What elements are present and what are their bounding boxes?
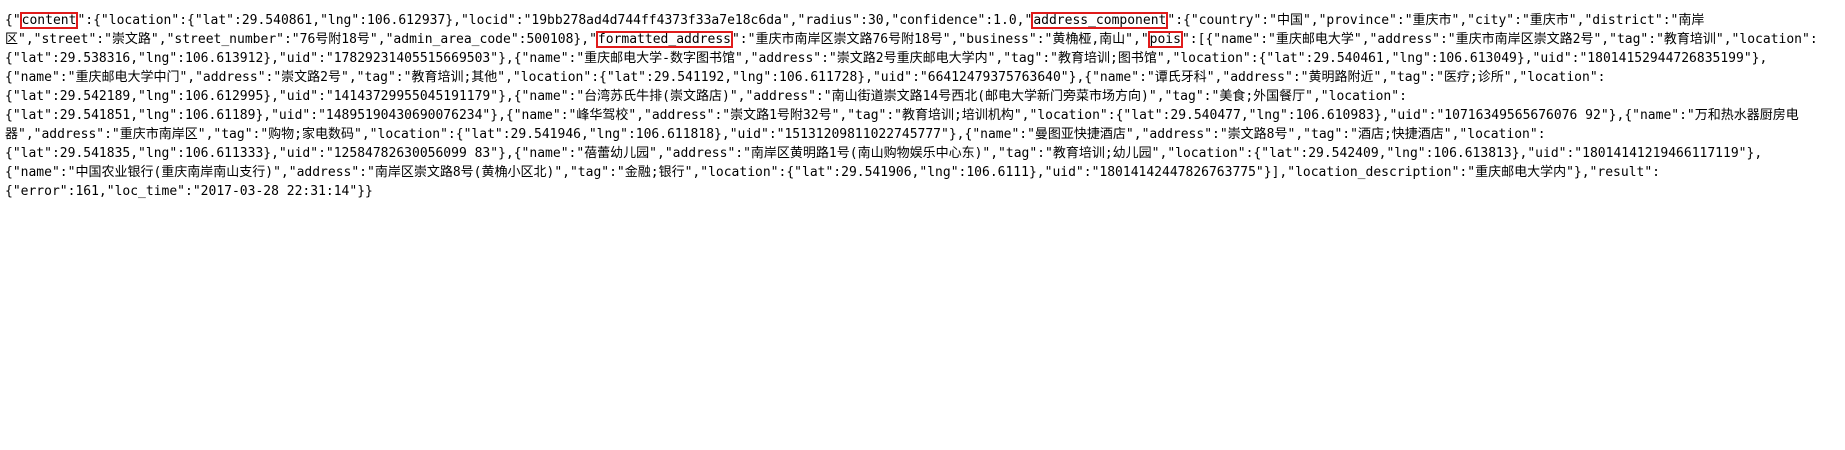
highlighted-key-pois: pois: [1147, 31, 1183, 48]
json-text-line: {"content":{"location":{"lat":29.540861,…: [5, 12, 1705, 29]
json-text-line: {"name":"中国农业银行(重庆南岸南山支行)","address":"南岸…: [5, 165, 1660, 180]
raw-json-response: {"content":{"location":{"lat":29.540861,…: [5, 11, 1843, 201]
json-text-line: {"lat":29.542189,"lng":106.612995},"uid"…: [5, 89, 1407, 104]
json-text-line: {"lat":29.541851,"lng":106.61189},"uid":…: [5, 108, 1799, 123]
json-text-line: {"lat":29.538316,"lng":106.613912},"uid"…: [5, 51, 1768, 66]
json-text-line: {"error":161,"loc_time":"2017-03-28 22:3…: [5, 184, 373, 199]
highlighted-key-formatted-address: formatted_address: [595, 31, 733, 48]
json-text-line: {"name":"重庆邮电大学中门","address":"崇文路2号","ta…: [5, 70, 1606, 85]
json-text-line: 区","street":"崇文路","street_number":"76号附1…: [5, 31, 1818, 48]
json-text-line: {"lat":29.541835,"lng":106.611333},"uid"…: [5, 146, 1763, 161]
json-text-line: 器","address":"重庆市南岸区","tag":"购物;家电数码","l…: [5, 127, 1546, 142]
highlighted-key-content: content: [19, 12, 79, 29]
highlighted-key-address-component: address_component: [1031, 12, 1169, 29]
